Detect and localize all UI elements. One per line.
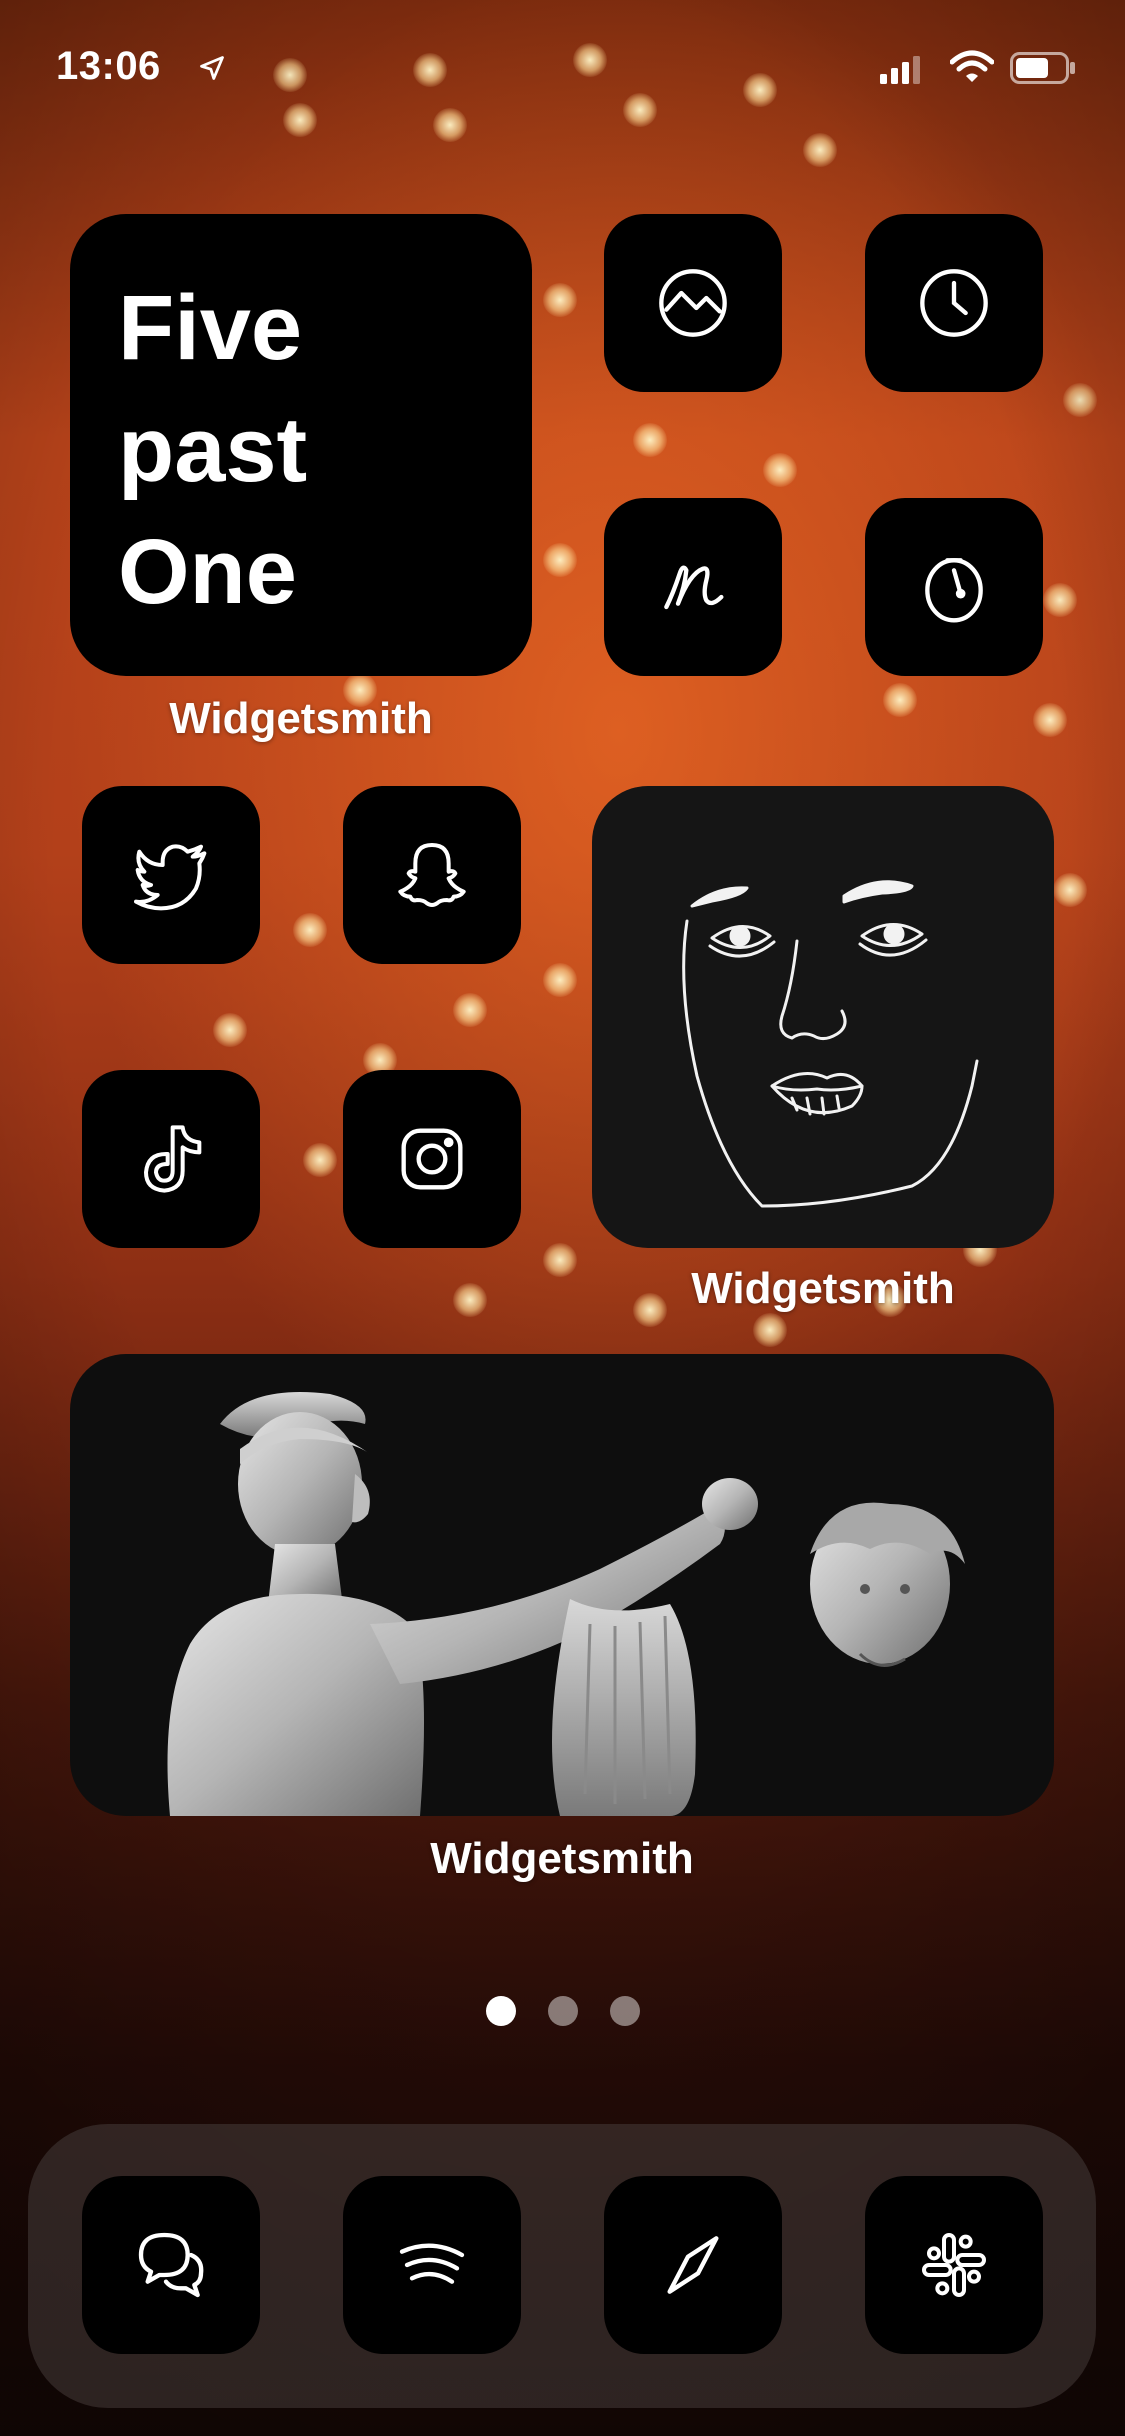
stage-light <box>753 1313 787 1347</box>
slack-app[interactable] <box>865 2176 1043 2354</box>
stage-light <box>293 913 327 947</box>
stage-light <box>763 453 797 487</box>
stopwatch-icon <box>925 558 983 623</box>
page-indicator[interactable] <box>0 1996 1125 2028</box>
stocks-app[interactable] <box>604 214 782 392</box>
widget-line-3: One <box>118 521 297 623</box>
timer-app[interactable] <box>865 498 1043 676</box>
stage-light <box>283 103 317 137</box>
status-time: 13:06 <box>56 44 161 88</box>
chart-circle-icon <box>659 269 727 337</box>
clock-app[interactable] <box>865 214 1043 392</box>
tiktok-note-icon <box>144 1125 202 1193</box>
script-n-icon <box>664 565 724 610</box>
chat-bubbles-icon <box>138 2232 204 2298</box>
battery-icon <box>1010 52 1075 84</box>
safari-app[interactable] <box>604 2176 782 2354</box>
tiktok-app[interactable] <box>82 1070 260 1248</box>
instagram-app[interactable] <box>343 1070 521 1248</box>
twitter-bird-icon <box>134 844 207 911</box>
stage-light <box>453 993 487 1027</box>
wifi-icon <box>950 50 994 82</box>
widget-label: Widgetsmith <box>430 1834 694 1883</box>
stage-light <box>543 1243 577 1277</box>
ghost-icon <box>398 843 466 907</box>
clock-icon <box>920 269 988 337</box>
stage-light <box>803 133 837 167</box>
stage-light <box>543 543 577 577</box>
notes-app[interactable] <box>604 498 782 676</box>
stage-light <box>633 423 667 457</box>
status-bar: 13:06 <box>0 40 1125 100</box>
statue-photo-widget[interactable] <box>70 1354 1054 1816</box>
home-screen: 13:06 Five past One Widgetsmith Widgetsm… <box>0 0 1125 2436</box>
stage-light <box>1033 703 1067 737</box>
face-photo-widget[interactable] <box>592 786 1054 1248</box>
stage-light <box>1063 383 1097 417</box>
time-text-widget[interactable]: Five past One <box>70 214 532 676</box>
slack-hash-icon <box>922 2233 986 2297</box>
statue-image <box>167 1392 965 1816</box>
stage-light <box>883 683 917 717</box>
camera-icon <box>401 1128 463 1190</box>
face-drawing <box>682 880 979 1208</box>
spotify-waves-icon <box>399 2243 465 2284</box>
stage-light <box>433 108 467 142</box>
stage-light <box>543 963 577 997</box>
stage-light <box>1053 873 1087 907</box>
snapchat-app[interactable] <box>343 786 521 964</box>
widget-line-2: past <box>118 399 308 501</box>
stage-light <box>453 1283 487 1317</box>
widget-label: Widgetsmith <box>691 1264 955 1313</box>
stage-light <box>1043 583 1077 617</box>
location-arrow-icon <box>200 56 224 80</box>
widget-label: Widgetsmith <box>169 694 433 743</box>
page-dot-2[interactable] <box>548 1996 578 2026</box>
stage-light <box>303 1143 337 1177</box>
compass-needle-icon <box>667 2236 719 2294</box>
page-dot-3[interactable] <box>610 1996 640 2026</box>
page-dot-1[interactable] <box>486 1996 516 2026</box>
cellular-signal-icon <box>880 56 920 84</box>
widget-line-1: Five <box>118 277 303 379</box>
stage-light <box>213 1013 247 1047</box>
messages-app[interactable] <box>82 2176 260 2354</box>
twitter-app[interactable] <box>82 786 260 964</box>
stage-light <box>543 283 577 317</box>
spotify-app[interactable] <box>343 2176 521 2354</box>
